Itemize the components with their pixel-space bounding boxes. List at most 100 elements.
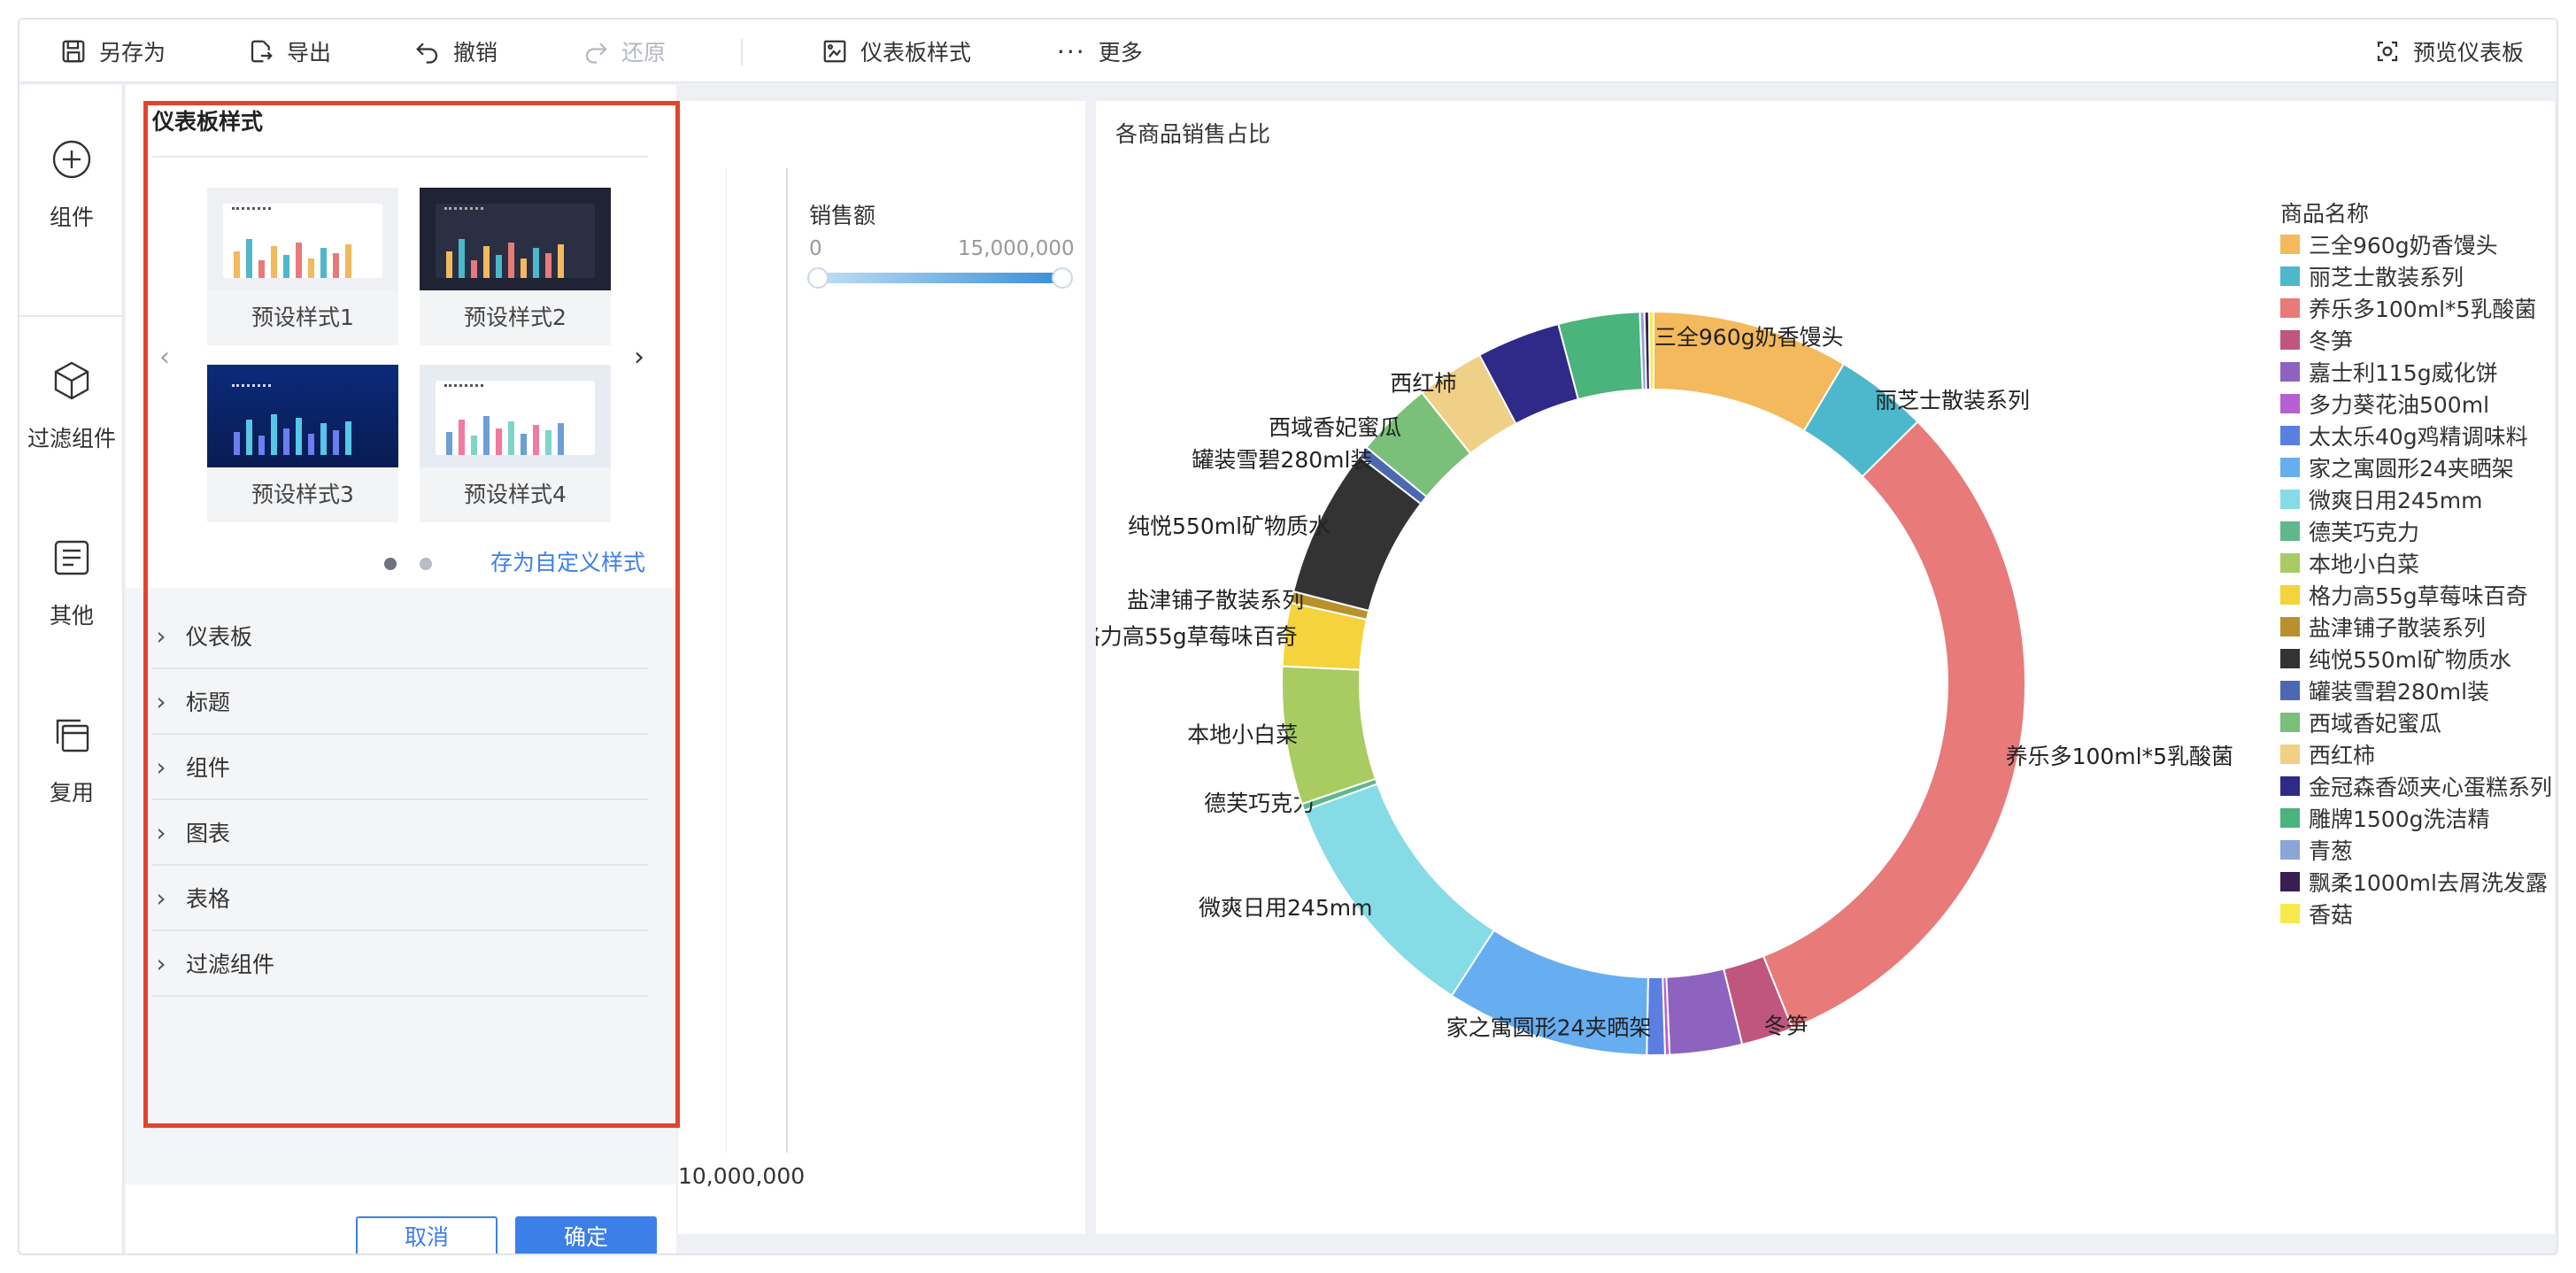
pager-dot-1[interactable] <box>384 558 397 570</box>
dashboard-style-button[interactable]: 仪表板样式 <box>821 19 971 83</box>
export-button[interactable]: 导出 <box>248 19 331 83</box>
legend-label: 冬笋 <box>2309 328 2354 354</box>
chart-legend: 商品名称 三全960g奶香馒头 丽芝士散装系列 养乐多100ml*5乳酸菌 冬笋 嘉士利… <box>2280 197 2552 930</box>
preview-dashboard-button[interactable]: 预览仪表板 <box>2374 19 2524 83</box>
slider-handle-max[interactable] <box>1052 267 1073 289</box>
legend-label: 雕牌1500g洗洁精 <box>2309 806 2490 832</box>
donut-slice[interactable] <box>1302 783 1496 998</box>
bar-chart-card: 10,000,000 销售额 0 15,000,000 <box>678 101 1085 1234</box>
legend-label: 纯悦550ml矿物质水 <box>2309 647 2512 673</box>
section-title[interactable]: › 标题 <box>152 669 648 735</box>
more-button[interactable]: ··· 更多 <box>1057 19 1143 83</box>
legend-swatch <box>2280 330 2300 350</box>
slider-max-label: 15,000,000 <box>958 237 1075 260</box>
slider-min-label: 0 <box>809 237 822 260</box>
legend-item[interactable]: 格力高55g草莓味百奇 <box>2280 579 2552 611</box>
preset-style-4[interactable]: 预设样式4 <box>420 365 611 524</box>
legend-label: 微爽日用245mm <box>2309 488 2483 513</box>
legend-item[interactable]: 飘柔1000ml去屑洗发露 <box>2280 866 2552 898</box>
section-chart[interactable]: › 图表 <box>152 800 648 866</box>
legend-item[interactable]: 雕牌1500g洗洁精 <box>2280 802 2552 834</box>
legend-item[interactable]: 青葱 <box>2280 834 2552 866</box>
color-range-slider[interactable] <box>816 273 1060 283</box>
legend-item[interactable]: 金冠森香颂夹心蛋糕系列 <box>2280 770 2552 802</box>
panel-title-divider <box>152 156 648 158</box>
undo-button[interactable]: 撤销 <box>414 19 497 83</box>
panel-title: 仪表板样式 <box>152 109 264 135</box>
section-label: 组件 <box>186 755 231 781</box>
legend-item[interactable]: 多力葵花油500ml <box>2280 388 2552 420</box>
preset-label-4: 预设样式4 <box>420 467 611 522</box>
legend-item[interactable]: 德芙巧克力 <box>2280 515 2552 547</box>
legend-item[interactable]: 三全960g奶香馒头 <box>2280 228 2552 260</box>
preview-icon <box>2377 41 2398 62</box>
preview-label: 预览仪表板 <box>2413 40 2525 66</box>
legend-item[interactable]: 丽芝士散装系列 <box>2280 260 2552 292</box>
section-dashboard[interactable]: › 仪表板 <box>152 604 648 669</box>
dashboard-style-panel: 仪表板样式 ‹ › 预设样式1 预设样式2 预设样式3 预设样式4 存为自定义样… <box>126 85 676 1254</box>
legend-item[interactable]: 微爽日用245mm <box>2280 483 2552 515</box>
slider-handle-min[interactable] <box>807 267 829 289</box>
legend-item[interactable]: 香菇 <box>2280 898 2552 930</box>
slice-data-label: 三全960g奶香馒头 <box>1654 325 1844 351</box>
donut-slice[interactable] <box>1762 420 2026 1030</box>
confirm-button[interactable]: 确定 <box>515 1216 657 1254</box>
legend-swatch <box>2280 808 2300 828</box>
rail-item-other[interactable]: 其他 <box>19 536 124 630</box>
legend-label: 养乐多100ml*5乳酸菌 <box>2309 297 2537 322</box>
section-table[interactable]: › 表格 <box>152 866 648 931</box>
legend-swatch <box>2280 553 2300 573</box>
legend-swatch <box>2280 235 2300 254</box>
rail-item-component[interactable]: 组件 <box>19 138 124 232</box>
legend-swatch <box>2280 585 2300 605</box>
more-label: 更多 <box>1098 40 1143 66</box>
legend-item[interactable]: 西域香妃蜜瓜 <box>2280 706 2552 738</box>
legend-item[interactable]: 冬笋 <box>2280 324 2552 356</box>
preset-style-1[interactable]: 预设样式1 <box>207 188 398 347</box>
legend-item[interactable]: 西红柿 <box>2280 738 2552 770</box>
prev-arrow-icon[interactable]: ‹ <box>159 342 170 373</box>
slice-data-label: 冬笋 <box>1764 1013 1809 1038</box>
save-as-label: 另存为 <box>99 40 166 66</box>
preset-style-3[interactable]: 预设样式3 <box>207 365 398 524</box>
legend-label: 三全960g奶香馒头 <box>2309 233 2498 258</box>
legend-item[interactable]: 盐津铺子散装系列 <box>2280 611 2552 643</box>
legend-swatch <box>2280 713 2300 732</box>
preset-thumbnail-1 <box>207 188 398 290</box>
section-filter-component[interactable]: › 过滤组件 <box>152 931 648 997</box>
legend-swatch <box>2280 745 2300 764</box>
rail-item-filter[interactable]: 过滤组件 <box>19 359 124 453</box>
legend-label: 太太乐40g鸡精调味料 <box>2309 424 2528 450</box>
rail-item-reuse[interactable]: 复用 <box>19 714 124 807</box>
save-custom-style-link[interactable]: 存为自定义样式 <box>490 545 645 577</box>
legend-swatch <box>2280 776 2300 796</box>
legend-label: 本地小白菜 <box>2309 552 2420 577</box>
donut-slice[interactable] <box>1647 310 1654 391</box>
legend-swatch <box>2280 458 2300 477</box>
preset-label-3: 预设样式3 <box>207 467 398 522</box>
slice-data-label: 本地小白菜 <box>1187 721 1298 747</box>
preset-thumbnail-3 <box>207 365 398 467</box>
panel-header-area: 仪表板样式 ‹ › 预设样式1 预设样式2 预设样式3 预设样式4 存为自定义样… <box>126 85 676 588</box>
legend-label: 飘柔1000ml去屑洗发露 <box>2309 870 2548 896</box>
next-arrow-icon[interactable]: › <box>634 342 644 373</box>
export-icon <box>251 40 273 63</box>
save-as-button[interactable]: 另存为 <box>60 19 166 83</box>
legend-item[interactable]: 嘉士利115g威化饼 <box>2280 356 2552 388</box>
chevron-right-icon: › <box>156 686 166 716</box>
legend-swatch <box>2280 490 2300 509</box>
legend-item[interactable]: 家之寓圆形24夹晒架 <box>2280 451 2552 483</box>
slice-data-label: 丽芝士散装系列 <box>1875 388 2030 413</box>
pager-dot-2[interactable] <box>420 558 432 570</box>
redo-button[interactable]: 还原 <box>582 19 666 83</box>
legend-item[interactable]: 纯悦550ml矿物质水 <box>2280 643 2552 675</box>
legend-item[interactable]: 罐装雪碧280ml装 <box>2280 675 2552 706</box>
legend-swatch <box>2280 394 2300 413</box>
legend-item[interactable]: 太太乐40g鸡精调味料 <box>2280 420 2552 451</box>
preset-style-2[interactable]: 预设样式2 <box>420 188 611 347</box>
legend-item[interactable]: 养乐多100ml*5乳酸菌 <box>2280 292 2552 324</box>
cancel-button[interactable]: 取消 <box>356 1216 497 1254</box>
legend-item[interactable]: 本地小白菜 <box>2280 547 2552 579</box>
slice-data-label: 微爽日用245mm <box>1199 895 1372 921</box>
section-component[interactable]: › 组件 <box>152 735 648 800</box>
